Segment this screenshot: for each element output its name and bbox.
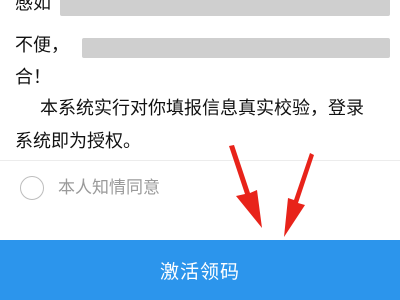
consent-text-line-2: 不便， (15, 35, 69, 56)
redacted-text-block (60, 0, 390, 16)
consent-panel: 感如 不便， 合！ 本系统实行对你填报信息真实校验，登录 系统即为授权。 本人知… (0, 0, 400, 240)
verification-notice-line-2: 系统即为授权。 (15, 131, 141, 152)
consent-text-line-1: 感如 (15, 0, 51, 14)
consent-radio-label[interactable]: 本人知情同意 (58, 177, 160, 199)
divider (0, 160, 400, 161)
activate-code-button[interactable]: 激活领码 (0, 240, 400, 300)
redacted-text-block (82, 38, 390, 58)
consent-text-line-3: 合！ (15, 67, 51, 88)
verification-notice-line-1: 本系统实行对你填报信息真实校验，登录 (40, 98, 364, 119)
consent-radio[interactable] (20, 176, 44, 200)
